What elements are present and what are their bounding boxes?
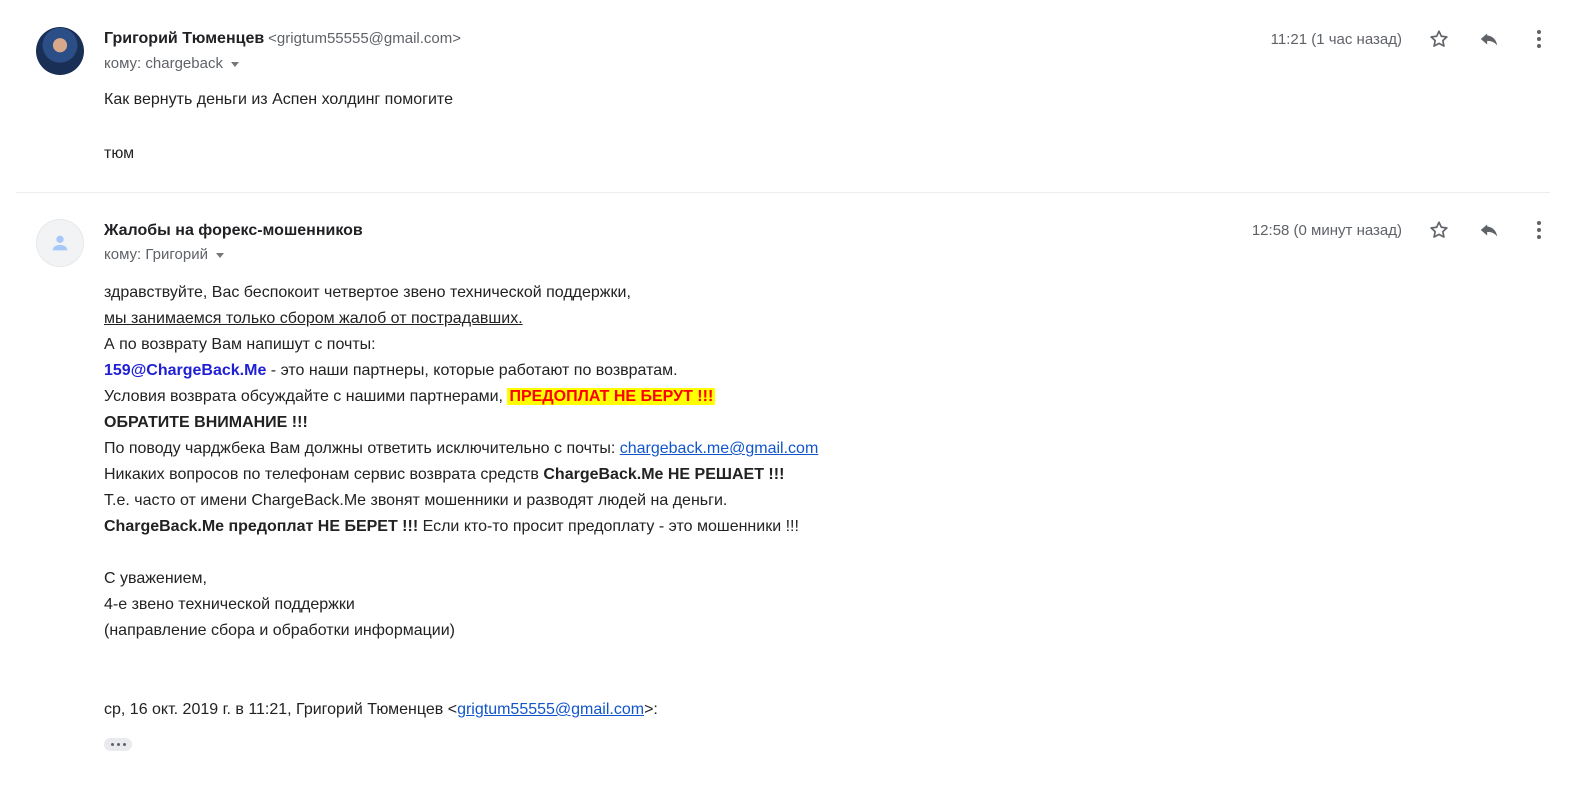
partner-email-link[interactable]: 159@ChargeBack.Me (104, 362, 266, 379)
recipient-label: кому: Григорий (104, 246, 208, 263)
message-body-line: Как вернуть деньги из Аспен холдинг помо… (104, 91, 453, 108)
more-vert-icon[interactable] (1526, 26, 1552, 52)
body-text: Никаких вопросов по телефонам сервис воз… (104, 466, 544, 483)
reply-icon[interactable] (1476, 217, 1502, 243)
body-line: Никаких вопросов по телефонам сервис воз… (104, 462, 818, 488)
body-line: 159@ChargeBack.Me - это наши партнеры, к… (104, 358, 818, 384)
body-text: Если кто-то просит предоплату - это моше… (418, 518, 799, 535)
recipient-line[interactable]: кому: Григорий (104, 246, 224, 263)
body-text: По поводу чарджбека Вам должны ответить … (104, 440, 620, 457)
body-line: ChargeBack.Me предоплат НЕ БЕРЕТ !!! Есл… (104, 514, 818, 540)
star-icon[interactable] (1426, 26, 1452, 52)
chargeback-email-link[interactable]: chargeback.me@gmail.com (620, 440, 819, 457)
chevron-down-icon[interactable] (230, 61, 239, 67)
message-body: здравствуйте, Вас беспокоит четвертое зв… (104, 280, 818, 644)
sender-email: <grigtum55555@gmail.com> (268, 30, 461, 47)
body-line: Условия возврата обсуждайте с нашими пар… (104, 384, 818, 410)
quote-email-link[interactable]: grigtum55555@gmail.com (457, 701, 644, 718)
body-line: ОБРАТИТЕ ВНИМАНИЕ !!! (104, 414, 308, 431)
message-time: 12:58 (0 минут назад) (1251, 222, 1402, 239)
recipient-label: кому: chargeback (104, 55, 223, 72)
recipient-line[interactable]: кому: chargeback (104, 55, 239, 72)
ellipsis-icon[interactable] (104, 738, 132, 751)
body-line: А по возврату Вам напишут с почты: (104, 336, 376, 353)
body-line: Т.е. часто от имени ChargeBack.Me звонят… (104, 492, 728, 509)
body-line: мы занимаемся только сбором жалоб от пос… (104, 310, 523, 327)
body-bold-text: ChargeBack.Me предоплат НЕ БЕРЕТ !!! (104, 518, 419, 535)
quote-prefix: ср, 16 окт. 2019 г. в 11:21, Григорий Тю… (104, 701, 458, 718)
reply-icon[interactable] (1476, 26, 1502, 52)
more-vert-icon[interactable] (1526, 217, 1552, 243)
chevron-down-icon[interactable] (215, 252, 224, 258)
sender-name[interactable]: Григорий Тюменцев (104, 30, 264, 47)
body-line: здравствуйте, Вас беспокоит четвертое зв… (104, 284, 631, 301)
message-time: 11:21 (1 час назад) (1270, 31, 1402, 48)
quote-header: ср, 16 окт. 2019 г. в 11:21, Григорий Тю… (104, 697, 658, 723)
message-body-line: тюм (104, 145, 135, 162)
sender-line: Григорий Тюменцев <grigtum55555@gmail.com… (104, 30, 461, 48)
body-text: Условия возврата обсуждайте с нашими пар… (104, 388, 508, 405)
sender-avatar[interactable] (36, 27, 84, 75)
body-line: По поводу чарджбека Вам должны ответить … (104, 436, 818, 462)
body-bold-text: ChargeBack.Me НЕ РЕШАЕТ !!! (543, 466, 785, 483)
signature-line: 4-е звено технической поддержки (104, 596, 355, 613)
body-text: - это наши партнеры, которые работают по… (266, 362, 678, 379)
star-icon[interactable] (1426, 217, 1452, 243)
sender-name[interactable]: Жалобы на форекс-мошенников (104, 222, 363, 239)
signature-line: (направление сбора и обработки информаци… (104, 622, 455, 639)
highlighted-warning: ПРЕДОПЛАТ НЕ БЕРУТ !!! (507, 388, 716, 405)
sender-line: Жалобы на форекс-мошенников (104, 222, 363, 240)
default-person-icon[interactable] (36, 219, 84, 267)
quote-suffix: >: (644, 701, 658, 718)
signature-line: С уважением, (104, 570, 207, 587)
message-divider (16, 192, 1550, 193)
